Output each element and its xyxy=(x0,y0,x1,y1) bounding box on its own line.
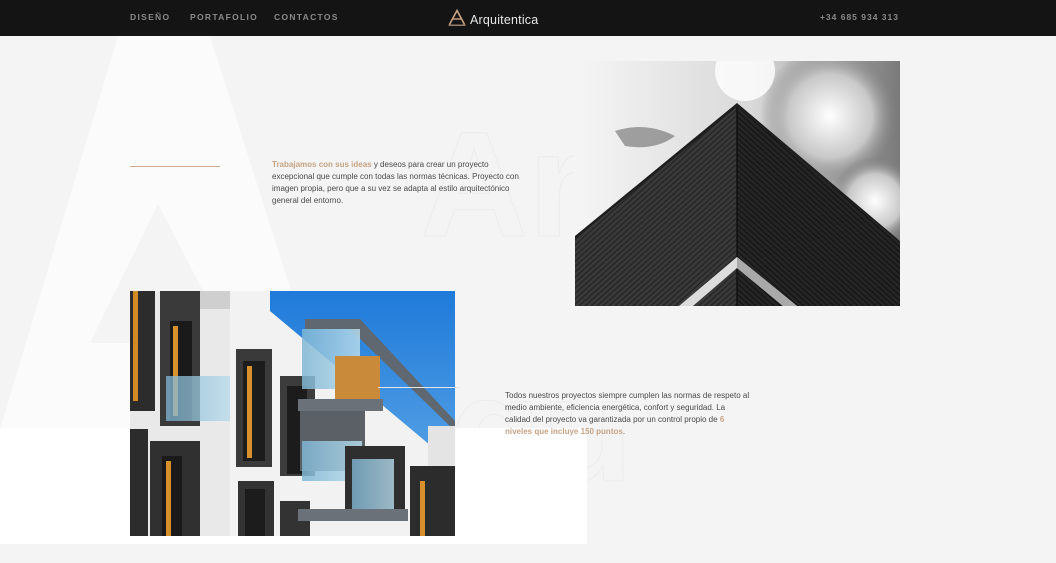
quality-paragraph: Todos nuestros proyectos siempre cumplen… xyxy=(505,390,750,438)
brand-logo[interactable]: Arquitentica xyxy=(448,8,539,31)
intro-highlight: Trabajamos con sus ideas xyxy=(272,160,372,169)
quality-tail: . xyxy=(622,427,626,436)
balcony-building-photo xyxy=(130,291,455,536)
corner-building-photo xyxy=(575,61,900,306)
triangle-logo-icon xyxy=(448,8,466,31)
nav-link-diseno[interactable]: DISEÑO xyxy=(130,12,170,22)
photo-overlay-rule xyxy=(378,387,460,388)
phone-number[interactable]: +34 685 934 313 xyxy=(820,12,899,22)
quality-body: Todos nuestros proyectos siempre cumplen… xyxy=(505,391,750,424)
top-navbar: DISEÑO PORTAFOLIO CONTACTOS Arquitentica… xyxy=(0,0,1056,36)
intro-paragraph: Trabajamos con sus ideas y deseos para c… xyxy=(272,159,522,207)
brand-name: Arquitentica xyxy=(470,13,539,27)
section-rule xyxy=(130,166,220,167)
nav-link-portafolio[interactable]: PORTAFOLIO xyxy=(190,12,258,22)
nav-link-contactos[interactable]: CONTACTOS xyxy=(274,12,339,22)
